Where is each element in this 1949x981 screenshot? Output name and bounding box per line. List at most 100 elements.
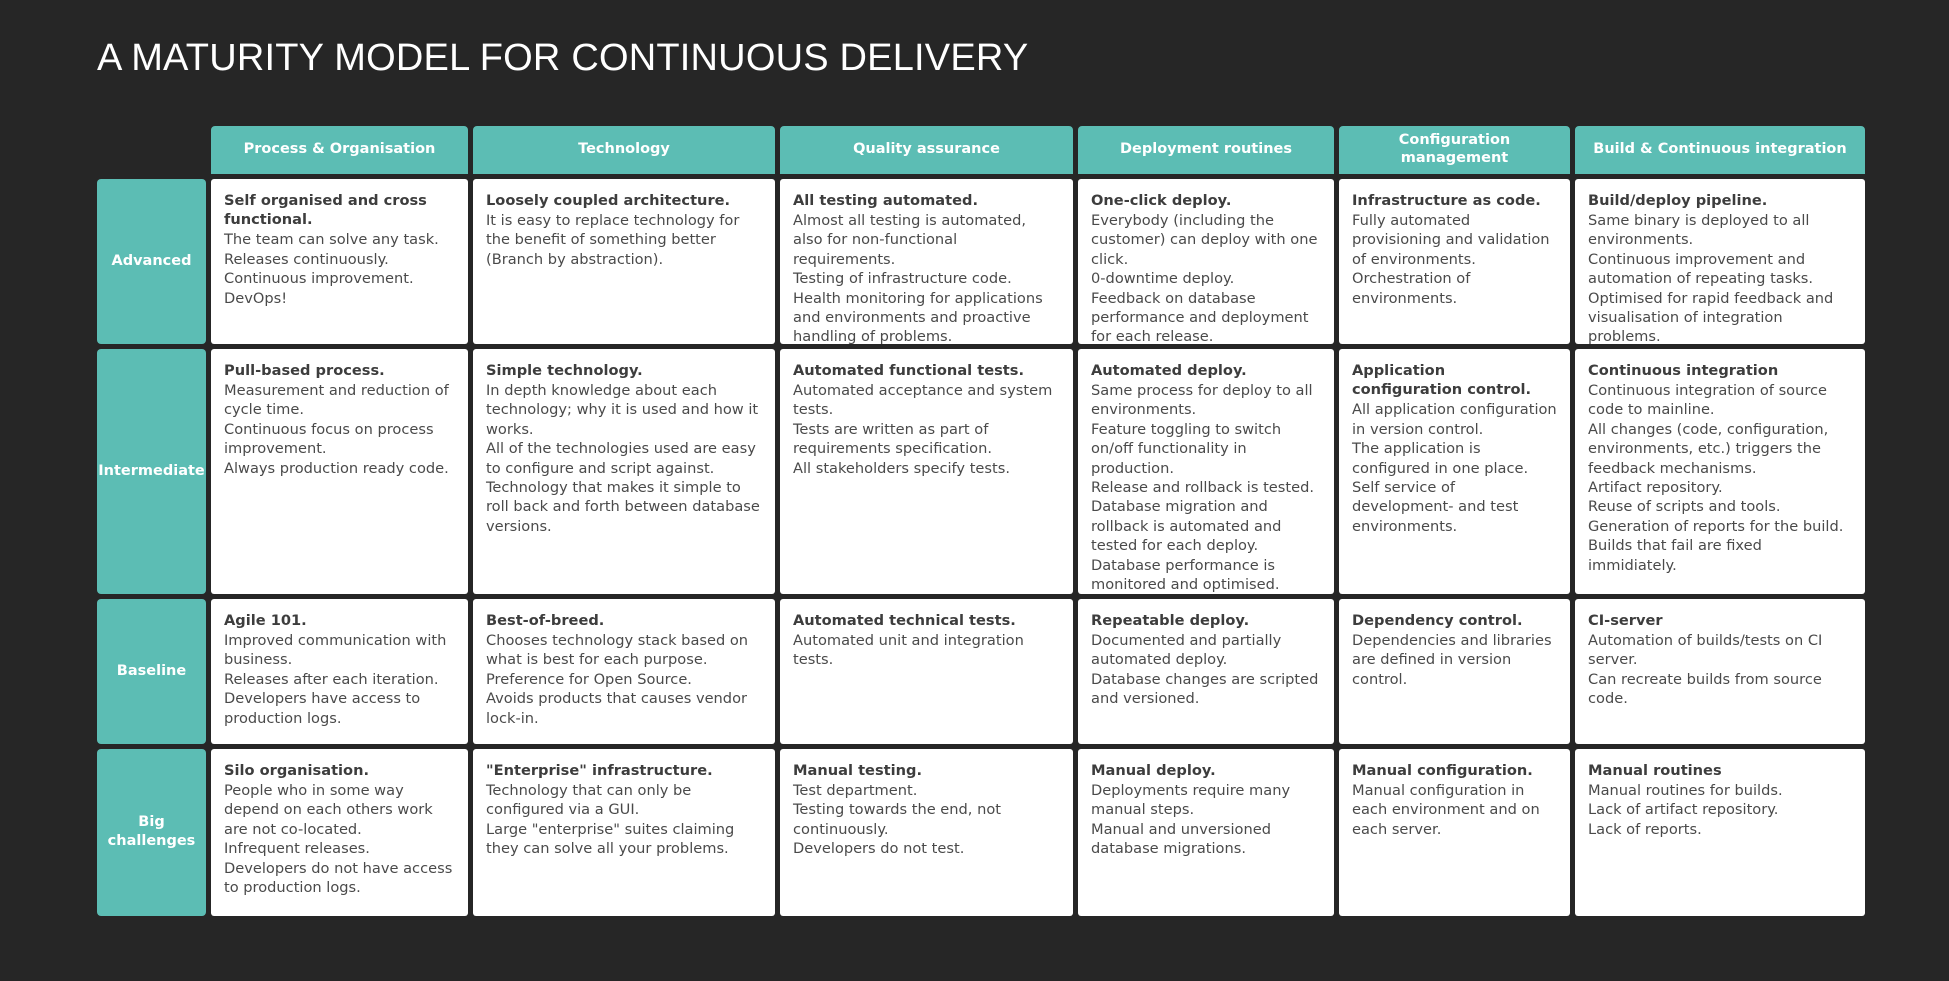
cell-line: Tests are written as part of requirement… (793, 420, 992, 458)
cell-line: Almost all testing is automated, also fo… (793, 212, 1026, 268)
cell-line: Continuous improvement and automation of… (1588, 250, 1814, 288)
matrix-cell: Pull-based process. Measurement and reduc… (211, 348, 468, 594)
cell-title: "Enterprise" infrastructure. (486, 761, 713, 779)
cell-line: Generation of reports for the build. (1588, 517, 1844, 535)
cell-line: Technology that can only be configured v… (486, 782, 692, 819)
cell-line: Developers do not have access to product… (224, 859, 453, 897)
cell-title: Pull-based process. (224, 361, 385, 379)
cell-title: All testing automated. (793, 191, 978, 209)
cell-title: Manual configuration. (1352, 761, 1533, 779)
cell-title: Automated functional tests. (793, 361, 1025, 379)
cell-line: Avoids products that causes vendor lock-… (486, 690, 747, 727)
matrix-cell: Infrastructure as code. Fully automated p… (1339, 178, 1570, 344)
cell-line: Lack of reports. (1588, 820, 1702, 838)
cell-title: Manual deploy. (1091, 761, 1216, 779)
cell-line: Improved communication with business. (224, 632, 447, 669)
cell-line: Same binary is deployed to all environme… (1588, 212, 1810, 249)
cell-line: Releases continuously. (224, 250, 389, 268)
cell-title: Application configuration control. (1352, 361, 1532, 398)
row-header: Baseline (97, 598, 206, 744)
row-header: Advanced (97, 178, 206, 344)
cell-line: Deployments require many manual steps. (1091, 782, 1291, 819)
matrix-cell: All testing automated. Almost all testing… (780, 178, 1073, 344)
cell-line: The application is configured in one pla… (1352, 440, 1529, 477)
matrix-cell: Best-of-breed. Chooses technology stack b… (473, 598, 775, 744)
cell-line: Infrequent releases. (224, 840, 370, 858)
cell-line: The team can solve any task. (224, 231, 439, 249)
cell-title: Continuous integration (1588, 361, 1779, 379)
cell-title: One-click deploy. (1091, 191, 1232, 209)
cell-line: Reuse of scripts and tools. (1588, 498, 1781, 516)
column-header: Build & Continuous integration (1575, 125, 1865, 174)
cell-line: Automated unit and integration tests. (793, 632, 1024, 669)
matrix-cell: Manual deploy. Deployments require many m… (1078, 748, 1334, 916)
cell-line: Documented and partially automated deplo… (1091, 632, 1282, 669)
matrix-cell: Repeatable deploy. Documented and partial… (1078, 598, 1334, 744)
matrix-cell: Silo organisation. People who in some way… (211, 748, 468, 916)
matrix-cell: Simple technology. In depth knowledge abo… (473, 348, 775, 594)
cell-line: All of the technologies used are easy to… (486, 440, 756, 477)
cell-title: Agile 101. (224, 611, 307, 629)
cell-line: Chooses technology stack based on what i… (486, 632, 749, 669)
matrix-corner (97, 126, 206, 174)
cell-line: Database changes are scripted and versio… (1091, 670, 1319, 708)
cell-title: Dependency control. (1352, 611, 1523, 629)
maturity-model-page: A MATURITY MODEL FOR CONTINUOUS DELIVERY… (0, 0, 1949, 981)
cell-line: Measurement and reduction of cycle time. (224, 382, 449, 419)
cell-line: Technology that makes it simple to roll … (486, 479, 760, 535)
matrix-cell: Manual routines Manual routines for build… (1575, 748, 1865, 916)
cell-title: Silo organisation. (224, 761, 370, 779)
cell-line: Builds that fail are fixed immidiately. (1588, 537, 1762, 574)
maturity-matrix: Process & Organisation Technology Quality … (97, 125, 1865, 916)
cell-line: Feature toggling to switch on/off functi… (1091, 420, 1282, 477)
cell-line: Artifact repository. (1588, 479, 1723, 497)
cell-line: Preference for Open Source. (486, 670, 692, 688)
cell-line: All application configuration in version… (1352, 401, 1557, 438)
cell-line: Releases after each iteration. (224, 670, 439, 688)
cell-line: Manual and unversioned database migratio… (1091, 820, 1271, 858)
matrix-cell: Loosely coupled architecture. It is easy … (473, 178, 775, 344)
cell-line: Continuous focus on process improvement. (224, 420, 434, 458)
cell-line: All stakeholders specify tests. (793, 459, 1010, 477)
cell-line: In depth knowledge about each technology… (486, 382, 759, 438)
row-header: Intermediate (97, 348, 206, 594)
matrix-cell: One-click deploy. Everybody (including th… (1078, 178, 1334, 344)
cell-line: Developers do not test. (793, 840, 965, 858)
cell-line: Always production ready code. (224, 459, 449, 477)
cell-line: DevOps! (224, 289, 288, 307)
cell-title: Automated deploy. (1091, 361, 1247, 379)
cell-title: Automated technical tests. (793, 611, 1016, 629)
cell-line: Orchestration of environments. (1352, 270, 1471, 307)
cell-title: Loosely coupled architecture. (486, 191, 731, 209)
cell-title: Best-of-breed. (486, 611, 605, 629)
matrix-cell: Manual configuration. Manual configuratio… (1339, 748, 1570, 916)
cell-line: Testing of infrastructure code. (793, 270, 1012, 288)
cell-line: Testing towards the end, not continuousl… (793, 801, 1001, 838)
cell-line: Continuous integration of source code to… (1588, 382, 1828, 419)
cell-line: Everybody (including the customer) can d… (1091, 212, 1318, 268)
column-header: Deployment routines (1078, 125, 1334, 174)
matrix-cell: Build/deploy pipeline. Same binary is dep… (1575, 178, 1865, 344)
matrix-cell: Automated deploy. Same process for deploy… (1078, 348, 1334, 594)
cell-line: Release and rollback is tested. (1091, 479, 1314, 497)
cell-line: Continuous improvement. (224, 270, 414, 288)
cell-line: Feedback on database performance and dep… (1091, 289, 1309, 344)
cell-line: Optimised for rapid feedback and visuali… (1588, 289, 1834, 344)
cell-title: Repeatable deploy. (1091, 611, 1250, 629)
cell-line: Health monitoring for applications and e… (793, 289, 1043, 344)
cell-title: Self organised and cross functional. (224, 191, 427, 228)
cell-line: All changes (code, configuration, enviro… (1588, 420, 1829, 477)
column-header: Technology (473, 125, 775, 174)
cell-line: Developers have access to production log… (224, 690, 421, 727)
column-header: Process & Organisation (211, 125, 468, 174)
cell-title: Build/deploy pipeline. (1588, 191, 1768, 209)
matrix-cell: Application configuration control. All ap… (1339, 348, 1570, 594)
matrix-cell: Automated functional tests. Automated acc… (780, 348, 1073, 594)
cell-title: Manual routines (1588, 761, 1722, 779)
cell-line: Same process for deploy to all environme… (1091, 382, 1313, 419)
cell-title: Infrastructure as code. (1352, 191, 1541, 209)
cell-line: It is easy to replace technology for the… (486, 212, 740, 268)
cell-line: Database performance is monitored and op… (1091, 556, 1280, 594)
matrix-cell: Manual testing. Test department. Testing t… (780, 748, 1073, 916)
cell-line: Automated acceptance and system tests. (793, 382, 1053, 419)
